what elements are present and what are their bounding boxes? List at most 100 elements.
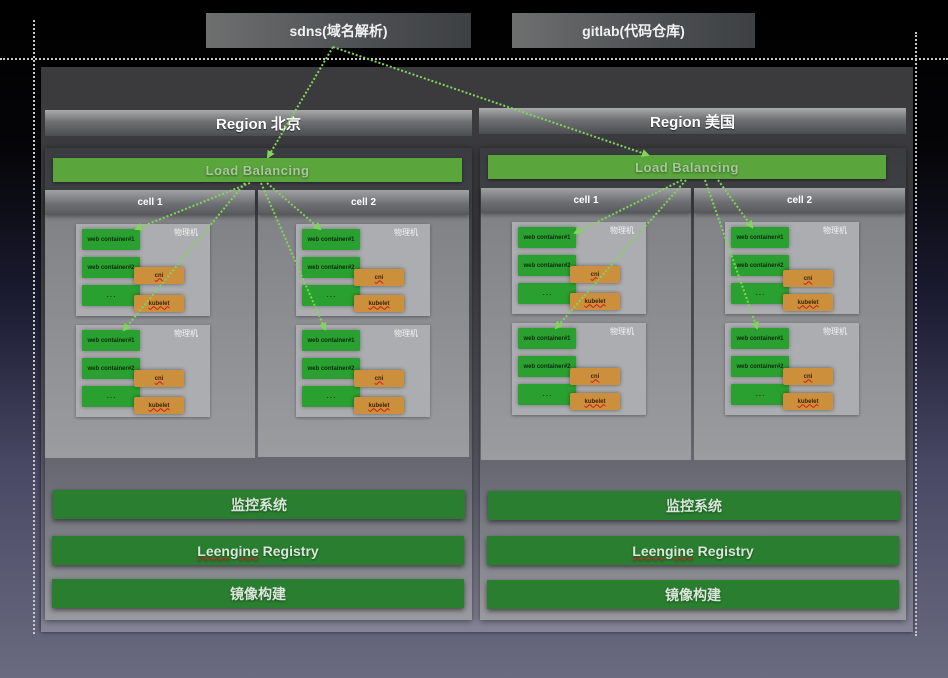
registry-name: Leengine — [632, 542, 694, 559]
agent-label: cni — [154, 375, 164, 382]
web-container[interactable]: web container#1 — [518, 328, 576, 349]
web-container[interactable]: web container#2 — [302, 257, 360, 278]
physical-machine: 物理机 web container#1 web container#2 . . … — [76, 224, 210, 316]
web-container[interactable]: web container#1 — [731, 328, 789, 349]
cni-agent[interactable]: cni — [134, 267, 184, 284]
web-container[interactable]: web container#1 — [518, 227, 576, 248]
cni-agent[interactable]: cni — [570, 266, 620, 283]
region-title-usa: Region 美国 — [479, 108, 906, 134]
service-label: 监控系统 — [231, 496, 287, 513]
agent-label: kubelet — [797, 299, 819, 306]
cni-agent[interactable]: cni — [783, 368, 833, 385]
web-container-label: web container#1 — [87, 236, 135, 243]
sdns-box[interactable]: sdns(域名解析) — [206, 13, 471, 48]
cell-name: cell 1 — [573, 195, 599, 206]
web-container-more[interactable]: . . . — [731, 283, 789, 304]
kubelet-agent[interactable]: kubelet — [134, 295, 184, 312]
web-container[interactable]: web container#2 — [518, 356, 576, 377]
image-build-usa[interactable]: 镜像构建 — [487, 580, 899, 609]
cni-agent[interactable]: cni — [134, 370, 184, 387]
physical-machine: 物理机 web container#1 web container#2 . . … — [725, 323, 859, 415]
kubelet-agent[interactable]: kubelet — [783, 294, 833, 311]
cell-header: cell 1 — [481, 188, 691, 213]
web-container[interactable]: web container#1 — [82, 330, 140, 351]
cni-agent[interactable]: cni — [570, 368, 620, 385]
kubelet-agent[interactable]: kubelet — [134, 397, 184, 414]
monitoring-system-beijing[interactable]: 监控系统 — [53, 490, 465, 519]
cell-beijing-2: cell 2 物理机 web container#1 web container… — [258, 190, 469, 457]
web-container-label: . . . — [106, 292, 116, 299]
web-container-label: . . . — [755, 391, 765, 398]
registry-name: Leengine — [197, 542, 259, 559]
agent-label: cni — [590, 373, 600, 380]
cell-name: cell 1 — [137, 197, 163, 208]
cell-header: cell 2 — [694, 188, 905, 213]
cni-agent[interactable]: cni — [354, 370, 404, 387]
service-label: 镜像构建 — [230, 585, 286, 602]
cell-usa-2: cell 2 物理机 web container#1 web container… — [694, 188, 905, 460]
web-container-label: web container#1 — [307, 337, 355, 344]
cell-header: cell 1 — [45, 190, 255, 215]
physical-machine: 物理机 web container#1 web container#2 . . … — [725, 222, 859, 314]
gitlab-label: gitlab(代码仓库) — [582, 22, 685, 39]
web-container-label: web container#1 — [523, 234, 571, 241]
web-container-more[interactable]: . . . — [518, 384, 576, 405]
kubelet-agent[interactable]: kubelet — [354, 397, 404, 414]
web-container-label: web container#2 — [87, 264, 135, 271]
web-container[interactable]: web container#2 — [82, 257, 140, 278]
web-container[interactable]: web container#2 — [731, 255, 789, 276]
web-container-more[interactable]: . . . — [302, 285, 360, 306]
kubelet-agent[interactable]: kubelet — [570, 393, 620, 410]
gitlab-box[interactable]: gitlab(代码仓库) — [512, 13, 755, 48]
web-container[interactable]: web container#1 — [302, 330, 360, 351]
monitoring-system-usa[interactable]: 监控系统 — [488, 491, 900, 520]
web-container[interactable]: web container#2 — [302, 358, 360, 379]
boundary-line-right — [915, 32, 917, 636]
web-container-more[interactable]: . . . — [82, 285, 140, 306]
web-container[interactable]: web container#1 — [82, 229, 140, 250]
region-title-label: Region 美国 — [650, 113, 735, 131]
web-container-label: . . . — [542, 391, 552, 398]
load-balancer-usa[interactable]: Load Balancing — [488, 155, 886, 179]
registry-suffix: Registry — [693, 542, 754, 559]
kubelet-agent[interactable]: kubelet — [783, 393, 833, 410]
web-container[interactable]: web container#2 — [82, 358, 140, 379]
cni-agent[interactable]: cni — [354, 269, 404, 286]
web-container[interactable]: web container#2 — [731, 356, 789, 377]
web-container-label: web container#2 — [523, 363, 571, 370]
web-container[interactable]: web container#1 — [302, 229, 360, 250]
web-container-label: web container#1 — [87, 337, 135, 344]
load-balancer-label: Load Balancing — [205, 162, 310, 178]
agent-label: kubelet — [368, 300, 390, 307]
agent-label: cni — [803, 373, 813, 380]
web-container-label: web container#2 — [307, 264, 355, 271]
physical-machine: 物理机 web container#1 web container#2 . . … — [296, 224, 430, 316]
agent-label: kubelet — [584, 298, 606, 305]
agent-label: kubelet — [584, 398, 606, 405]
cell-beijing-1: cell 1 物理机 web container#1 web container… — [45, 190, 255, 458]
kubelet-agent[interactable]: kubelet — [570, 293, 620, 310]
cni-agent[interactable]: cni — [783, 270, 833, 287]
region-title-label: Region 北京 — [216, 115, 301, 133]
web-container-more[interactable]: . . . — [302, 386, 360, 407]
agent-label: cni — [803, 275, 813, 282]
registry-usa[interactable]: Leengine Registry — [487, 536, 899, 565]
registry-beijing[interactable]: Leengine Registry — [52, 536, 464, 565]
region-title-beijing: Region 北京 — [45, 110, 472, 136]
agent-label: cni — [374, 274, 384, 281]
kubelet-agent[interactable]: kubelet — [354, 295, 404, 312]
physical-machine-label: 物理机 — [174, 329, 198, 338]
agent-label: kubelet — [148, 402, 170, 409]
registry-suffix: Registry — [258, 542, 319, 559]
agent-label: cni — [154, 272, 164, 279]
physical-machine-label: 物理机 — [394, 228, 418, 237]
web-container-more[interactable]: . . . — [82, 386, 140, 407]
image-build-beijing[interactable]: 镜像构建 — [52, 579, 464, 608]
web-container-more[interactable]: . . . — [518, 283, 576, 304]
load-balancer-beijing[interactable]: Load Balancing — [53, 158, 462, 182]
cell-name: cell 2 — [350, 197, 377, 208]
web-container-more[interactable]: . . . — [731, 384, 789, 405]
web-container[interactable]: web container#1 — [731, 227, 789, 248]
web-container[interactable]: web container#2 — [518, 255, 576, 276]
web-container-label: . . . — [326, 393, 336, 400]
